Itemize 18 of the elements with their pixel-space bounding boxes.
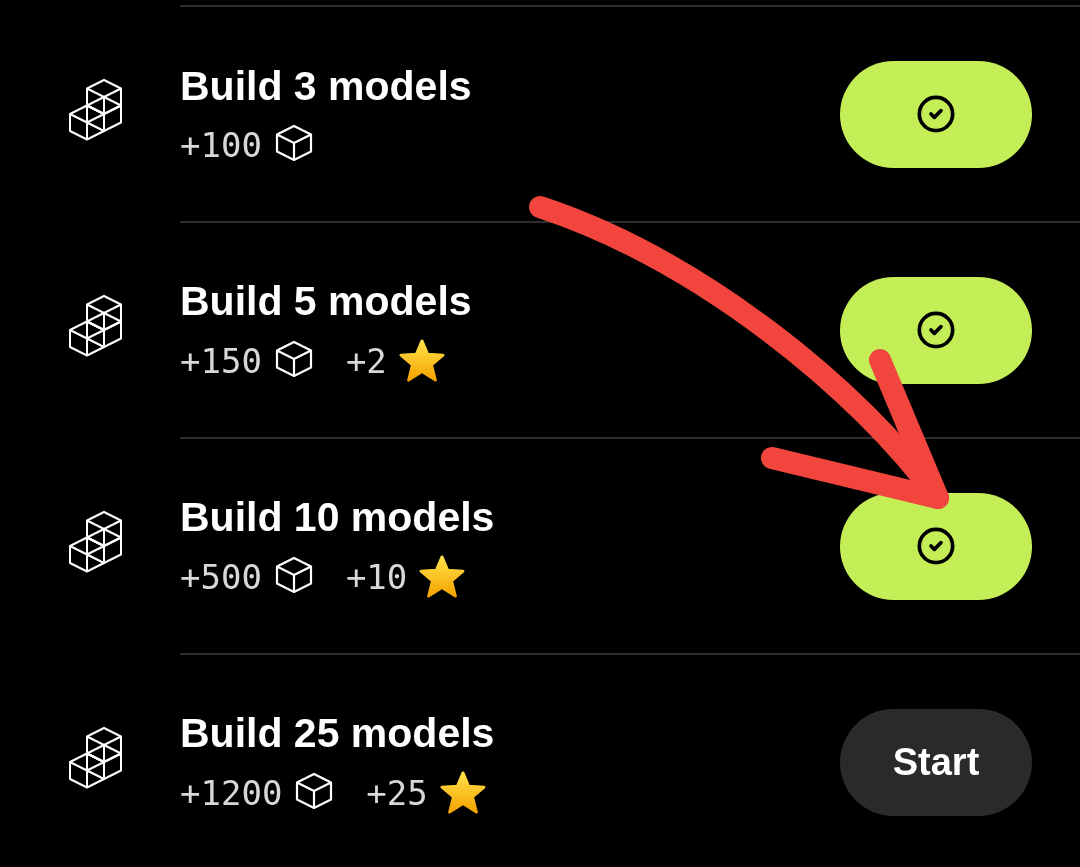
- stars-reward: +25: [366, 772, 428, 814]
- task-title: Build 10 models: [180, 493, 495, 541]
- start-button[interactable]: Start: [840, 708, 1032, 816]
- star-icon: [419, 555, 466, 599]
- check-circle-icon: [916, 310, 956, 350]
- check-circle-icon: [916, 94, 956, 134]
- points-reward: +100: [180, 124, 262, 166]
- stars-reward: +2: [345, 340, 387, 382]
- task-title: Build 5 models: [180, 277, 472, 325]
- points-reward: +1200: [180, 772, 283, 814]
- points-reward: +500: [180, 556, 262, 598]
- stars-reward: +10: [345, 556, 408, 598]
- star-icon: [398, 339, 445, 383]
- task-title: Build 25 models: [180, 709, 495, 757]
- points-reward: +150: [180, 340, 262, 382]
- check-circle-icon: [916, 526, 956, 566]
- star-icon: [439, 771, 486, 815]
- task-title: Build 3 models: [180, 62, 472, 110]
